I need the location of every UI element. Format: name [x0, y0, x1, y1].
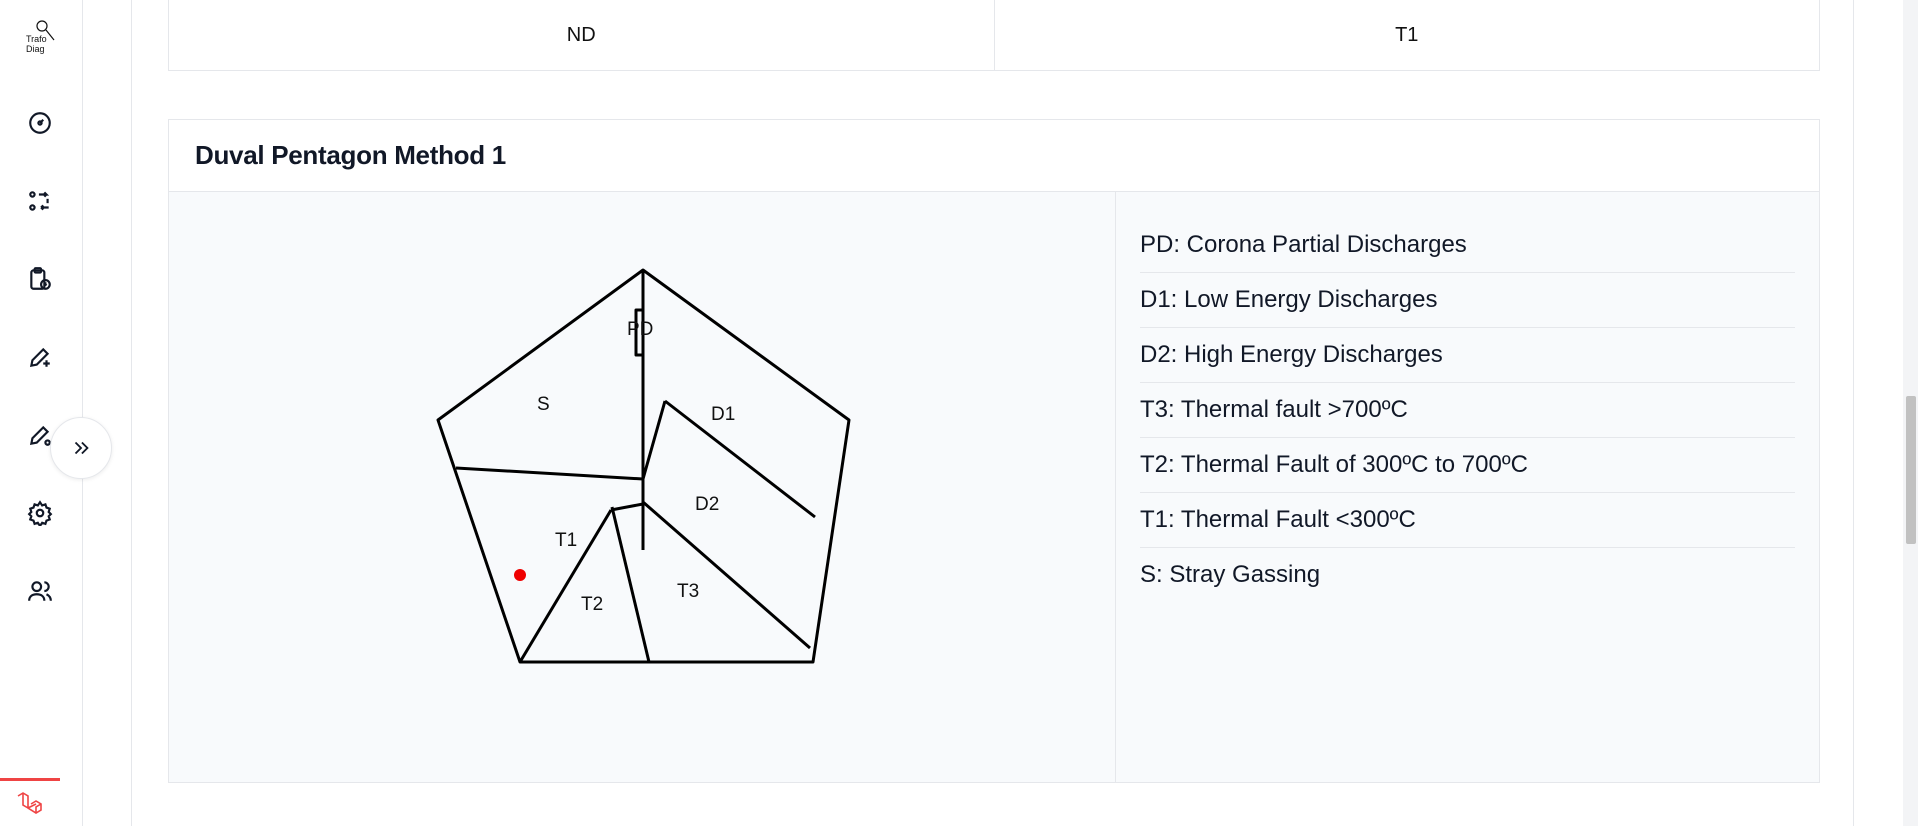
- users-icon: [28, 581, 52, 601]
- divider-d2-t3: [642, 500, 811, 650]
- pen-settings-icon: [29, 425, 51, 446]
- sample-point: [514, 569, 526, 581]
- divider-d1: [641, 400, 667, 480]
- card-header: Duval Pentagon Method 1: [169, 120, 1819, 192]
- pentagon-chart: PD S D1 D2 T1 T2 T3: [169, 192, 1116, 782]
- laravel-icon: [17, 792, 42, 814]
- content-divider: [131, 0, 132, 826]
- sidebar-item-transfer[interactable]: [25, 186, 55, 216]
- sidebar-item-users[interactable]: [25, 576, 55, 606]
- sidebar-item-add[interactable]: [25, 342, 55, 372]
- chevrons-right-icon: [74, 441, 89, 455]
- region-label-t2: T2: [581, 594, 603, 615]
- scrollbar-thumb[interactable]: [1906, 396, 1916, 544]
- page-right-border: [1853, 0, 1854, 826]
- region-label-d1: D1: [711, 404, 735, 425]
- sidebar-item-settings[interactable]: [25, 498, 55, 528]
- result-row: ND T1: [168, 0, 1820, 71]
- region-label-t1: T1: [555, 530, 577, 551]
- divider-s-t1: [455, 466, 644, 481]
- card-title: Duval Pentagon Method 1: [195, 140, 506, 170]
- legend-item-d1: D1: Low Energy Discharges: [1140, 273, 1795, 328]
- divider-t3-top: [610, 502, 644, 512]
- region-label-s: S: [537, 394, 550, 415]
- sidebar: Trafo Diag: [0, 0, 83, 829]
- pen-plus-icon: [29, 347, 50, 368]
- duval-pentagon-card: Duval Pentagon Method 1 PD S D1 D2 T1 T2…: [168, 119, 1820, 783]
- logo-text: Trafo Diag: [26, 34, 47, 54]
- logo[interactable]: Trafo Diag: [22, 18, 60, 56]
- region-label-t3: T3: [677, 581, 699, 602]
- clipboard-clock-icon: [30, 267, 51, 290]
- gear-icon: [27, 500, 53, 526]
- region-label-pd: PD: [627, 319, 653, 340]
- result-cell-right: T1: [993, 0, 1820, 70]
- legend-item-s: S: Stray Gassing: [1140, 561, 1321, 588]
- sidebar-item-dashboard[interactable]: [25, 108, 55, 138]
- legend-item-t3: T3: Thermal fault >700ºC: [1140, 383, 1795, 438]
- transfer-icon: [29, 191, 50, 211]
- card-body: PD S D1 D2 T1 T2 T3 PD: Corona Partial D…: [169, 192, 1819, 782]
- pentagon-svg: PD S D1 D2 T1 T2 T3: [436, 268, 851, 664]
- sidebar-item-reports[interactable]: [25, 264, 55, 294]
- expand-sidebar-button[interactable]: [50, 417, 112, 479]
- legend-item-t1: T1: Thermal Fault <300ºC: [1140, 493, 1795, 548]
- region-label-d2: D2: [695, 494, 719, 515]
- result-cell-left: ND: [566, 23, 596, 46]
- gauge-icon: [29, 112, 51, 134]
- legend: PD: Corona Partial Discharges D1: Low En…: [1116, 192, 1819, 782]
- divider-d1-d2: [664, 399, 816, 519]
- legend-item-t2: T2: Thermal Fault of 300ºC to 700ºC: [1140, 438, 1795, 493]
- legend-item-d2: D2: High Energy Discharges: [1140, 328, 1795, 383]
- laravel-debug-tab[interactable]: [0, 778, 60, 829]
- legend-item-pd: PD: Corona Partial Discharges: [1140, 218, 1795, 273]
